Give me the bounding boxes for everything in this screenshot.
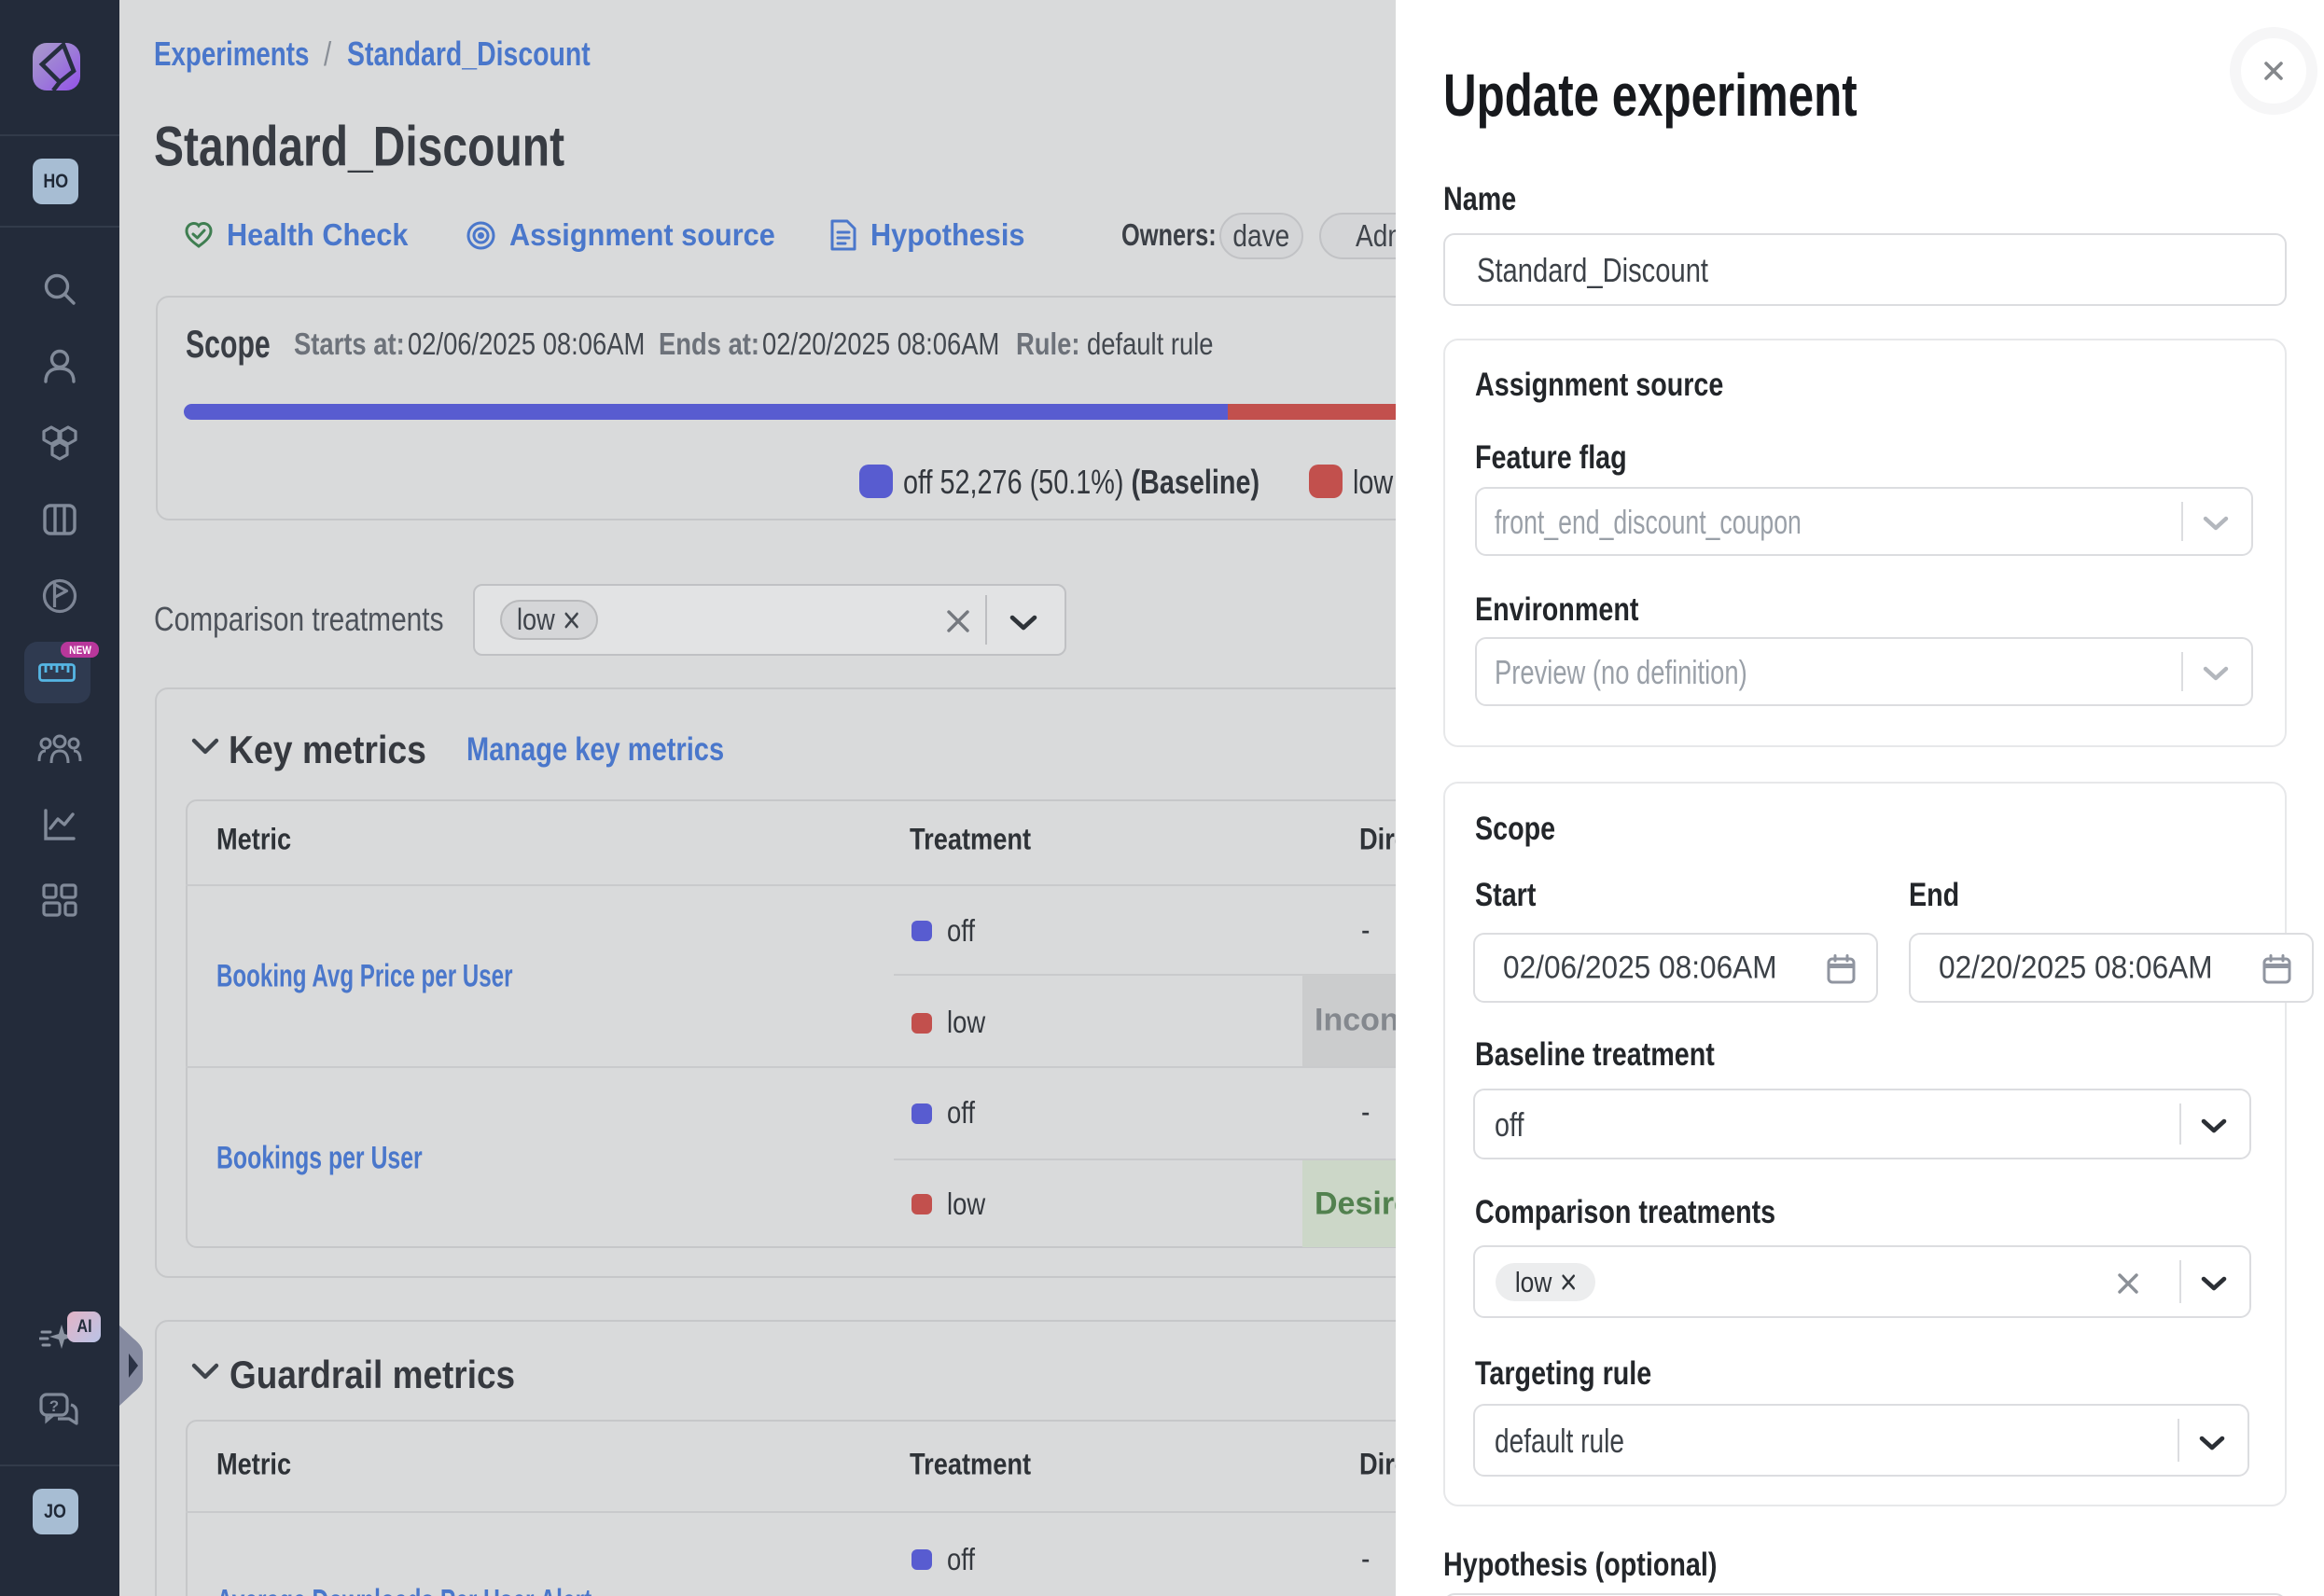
svg-text:?: ?: [49, 1397, 59, 1415]
